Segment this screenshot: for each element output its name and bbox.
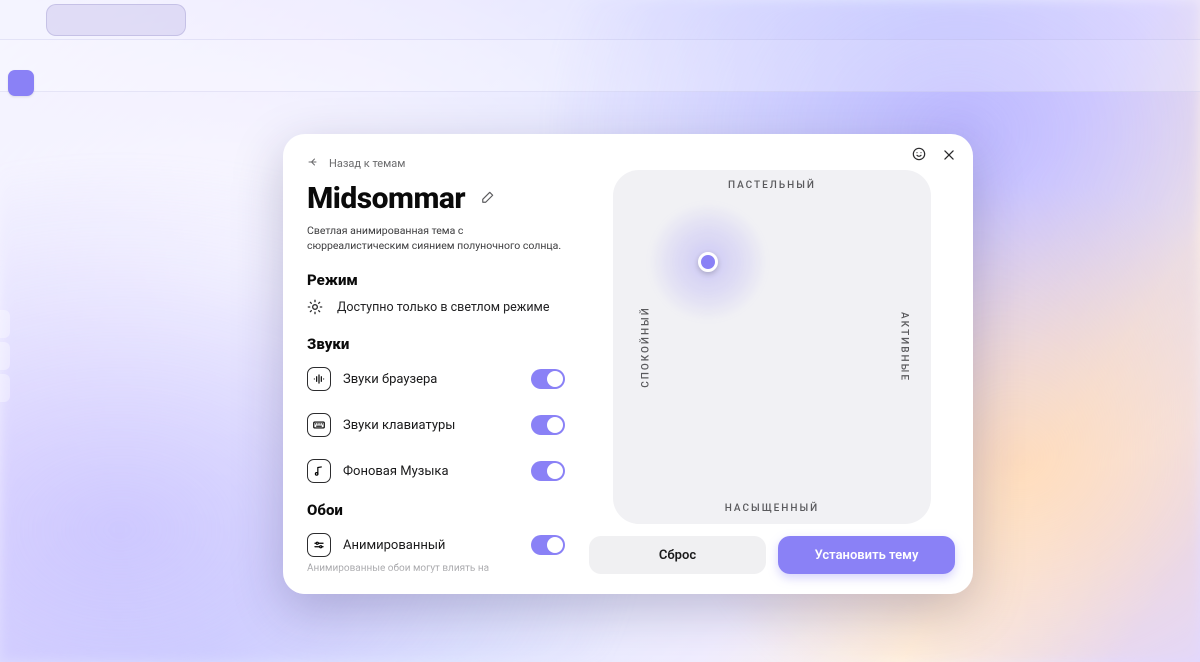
quick-action[interactable] bbox=[0, 342, 10, 370]
row-label: Звуки браузера bbox=[343, 372, 437, 387]
toggle-animated-wallpaper[interactable] bbox=[531, 535, 565, 555]
back-to-themes[interactable]: Назад к темам bbox=[307, 156, 569, 171]
theme-title: Midsommar bbox=[307, 181, 465, 216]
section-wallpaper-heading: Обои bbox=[307, 501, 569, 519]
mode-row: Доступно только в светлом режиме bbox=[307, 299, 569, 315]
row-label: Звуки клавиатуры bbox=[343, 418, 455, 433]
section-mode-heading: Режим bbox=[307, 271, 569, 289]
close-icon bbox=[942, 147, 956, 166]
side-quick-actions bbox=[0, 310, 10, 402]
arrow-left-icon bbox=[307, 156, 319, 171]
edit-title-button[interactable] bbox=[477, 188, 499, 210]
row-background-music: Фоновая Музыка bbox=[307, 455, 569, 487]
launcher-button[interactable] bbox=[8, 70, 34, 96]
mood-picker-pad[interactable]: ПАСТЕЛЬНЫЙ НАСЫЩЕННЫЙ СПОКОЙНЫЙ АКТИВНЫЕ bbox=[613, 170, 931, 524]
back-label: Назад к темам bbox=[329, 157, 405, 170]
keyboard-icon bbox=[307, 413, 331, 437]
row-keyboard-sounds: Звуки клавиатуры bbox=[307, 409, 569, 441]
music-note-icon bbox=[307, 459, 331, 483]
audio-wave-icon bbox=[307, 367, 331, 391]
toggle-browser-sounds[interactable] bbox=[531, 369, 565, 389]
toggle-background-music[interactable] bbox=[531, 461, 565, 481]
row-label: Анимированный bbox=[343, 538, 445, 553]
section-sounds-heading: Звуки bbox=[307, 335, 569, 353]
row-browser-sounds: Звуки браузера bbox=[307, 363, 569, 395]
apply-button[interactable]: Установить тему bbox=[778, 536, 955, 574]
picker-handle[interactable] bbox=[698, 252, 718, 272]
sliders-icon bbox=[307, 533, 331, 557]
quick-action[interactable] bbox=[0, 310, 10, 338]
quick-action[interactable] bbox=[0, 374, 10, 402]
toggle-keyboard-sounds[interactable] bbox=[531, 415, 565, 435]
emoji-button[interactable] bbox=[909, 146, 929, 166]
axis-bottom: НАСЫЩЕННЫЙ bbox=[613, 503, 931, 514]
browser-tab[interactable] bbox=[46, 4, 186, 36]
mode-note: Доступно только в светлом режиме bbox=[337, 300, 549, 315]
smiley-icon bbox=[911, 146, 927, 166]
reset-button[interactable]: Сброс bbox=[589, 536, 766, 574]
pencil-icon bbox=[481, 189, 495, 208]
axis-top: ПАСТЕЛЬНЫЙ bbox=[613, 180, 931, 191]
theme-description: Светлая анимированная тема с сюрреалисти… bbox=[307, 224, 567, 253]
sun-icon bbox=[307, 299, 323, 315]
window-navbar bbox=[0, 40, 1200, 92]
close-button[interactable] bbox=[939, 146, 959, 166]
picker-pane: ПАСТЕЛЬНЫЙ НАСЫЩЕННЫЙ СПОКОЙНЫЙ АКТИВНЫЕ… bbox=[581, 134, 973, 594]
axis-right: АКТИВНЫЕ bbox=[899, 312, 910, 382]
window-tabstrip bbox=[0, 0, 1200, 40]
row-animated-wallpaper: Анимированный bbox=[307, 529, 569, 561]
wallpaper-hint: Анимированные обои могут влиять на bbox=[307, 563, 569, 574]
theme-settings-modal: Назад к темам Midsommar Светлая анимиров… bbox=[283, 134, 973, 594]
row-label: Фоновая Музыка bbox=[343, 464, 449, 479]
axis-left: СПОКОЙНЫЙ bbox=[640, 306, 651, 388]
settings-pane: Назад к темам Midsommar Светлая анимиров… bbox=[283, 134, 581, 594]
